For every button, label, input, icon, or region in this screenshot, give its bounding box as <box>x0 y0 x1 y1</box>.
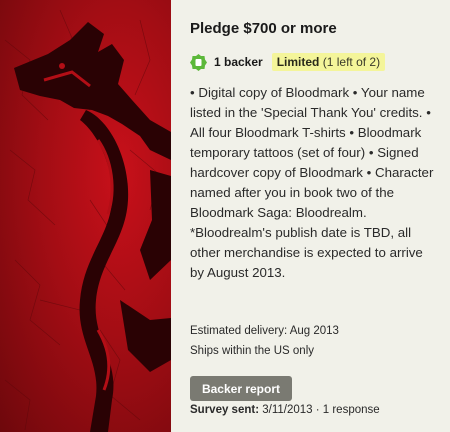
badge-icon <box>190 53 207 71</box>
limited-badge: Limited (1 left of 2) <box>271 53 386 71</box>
survey-status: Survey sent: 3/11/2013 · 1 response <box>190 404 380 416</box>
limited-detail: (1 left of 2) <box>322 55 381 69</box>
backers-row: 1 backer Limited (1 left of 2) <box>190 52 386 72</box>
survey-label: Survey sent: <box>190 404 260 416</box>
backer-count: 1 backer <box>214 55 263 69</box>
pledge-title: Pledge $700 or more <box>190 20 337 37</box>
shipping-info: Ships within the US only <box>190 345 315 357</box>
reward-artwork <box>0 0 171 432</box>
reward-panel: Pledge $700 or more 1 backer Limited (1 … <box>171 0 450 432</box>
limited-label: Limited <box>276 55 320 69</box>
estimated-delivery: Estimated delivery: Aug 2013 <box>190 325 339 337</box>
survey-value: 3/11/2013 · 1 response <box>262 404 380 416</box>
reward-description: • Digital copy of Bloodmark • Your name … <box>190 85 434 280</box>
delivery-info: Estimated delivery: Aug 2013 Ships withi… <box>190 321 339 361</box>
wolf-emblem-illustration <box>4 9 171 432</box>
backer-report-button[interactable]: Backer report <box>190 376 292 401</box>
